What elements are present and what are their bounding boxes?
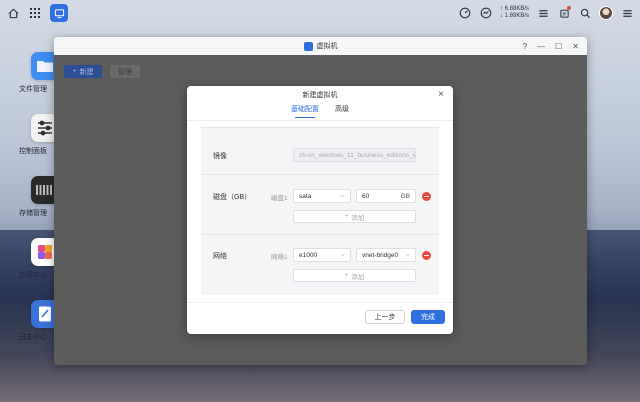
previous-step-label: 上一步 [374, 314, 396, 321]
dialog-close-icon[interactable]: × [438, 89, 444, 100]
home-icon[interactable] [6, 6, 20, 20]
add-disk-label: 添加 [351, 214, 365, 222]
disk-type-value: sata [299, 192, 312, 200]
manage-label: 管理 [118, 68, 132, 76]
footer-divider [187, 302, 453, 303]
notification-icon[interactable] [557, 6, 571, 20]
new-vm-label: 新建 [79, 68, 94, 76]
vm-app-icon [303, 41, 313, 51]
taskbar: ↑ 6.88KB/s ↓ 1.88KB/s [0, 0, 640, 26]
image-field: zh-cn_windows_11_business_editions_v [293, 148, 416, 162]
download-speed: ↓ 1.88KB/s [499, 13, 529, 19]
tab-advanced[interactable]: 高级 [335, 104, 349, 120]
manage-button[interactable]: 管理 [110, 65, 140, 78]
more-menu-icon[interactable] [620, 6, 634, 20]
add-network-button[interactable]: + 添加 [293, 269, 416, 282]
dashboard-icon[interactable] [458, 6, 472, 20]
dialog-header: 新建虚拟机 × [187, 86, 453, 104]
help-icon[interactable]: ? [523, 42, 527, 51]
plus-icon: + [72, 68, 77, 75]
finish-button[interactable]: 完成 [411, 310, 445, 324]
remove-network-button[interactable] [422, 251, 431, 260]
add-network-label: 添加 [351, 273, 365, 281]
vm-app-taskbar-icon[interactable] [50, 4, 68, 22]
minimize-icon[interactable]: — [537, 42, 545, 51]
plus-icon: + [344, 272, 349, 279]
row-divider [201, 234, 439, 235]
chevron-down-icon: ⌵ [405, 251, 410, 258]
window-title: 虚拟机 [316, 43, 338, 50]
apps-grid-icon[interactable] [28, 6, 42, 20]
task-list-icon[interactable] [536, 6, 550, 20]
add-disk-button[interactable]: + 添加 [293, 210, 416, 223]
close-icon[interactable]: ✕ [572, 42, 579, 51]
tab-divider [187, 120, 453, 121]
previous-step-button[interactable]: 上一步 [365, 310, 405, 324]
row-divider [201, 127, 439, 128]
tab-basic-config[interactable]: 基础配置 [291, 104, 319, 120]
notification-dot [567, 6, 571, 10]
image-value: zh-cn_windows_11_business_editions_v [299, 151, 416, 159]
image-label: 镜像 [213, 153, 227, 160]
remove-disk-button[interactable] [422, 192, 431, 201]
network-adapter-value: e1000 [299, 251, 318, 259]
disk-size-unit: GB [400, 192, 410, 200]
config-panel: 镜像 zh-cn_windows_11_business_editions_v … [201, 127, 439, 295]
maximize-icon[interactable]: ☐ [555, 42, 562, 51]
chevron-down-icon: ⌵ [340, 192, 345, 199]
dialog-title: 新建虚拟机 [302, 92, 338, 99]
dialog-tabs: 基础配置 高级 [187, 104, 453, 120]
plus-icon: + [344, 213, 349, 220]
network-label: 网络 [213, 253, 227, 260]
disk-size-input[interactable]: 60 GB [356, 189, 416, 203]
window-titlebar[interactable]: 虚拟机 ? — ☐ ✕ [54, 37, 587, 55]
network-bridge-value: vnet-bridge0 [362, 251, 399, 259]
new-vm-dialog: 新建虚拟机 × 基础配置 高级 镜像 zh-cn_windows_11_busi… [187, 86, 453, 334]
disk-type-select[interactable]: sata ⌵ [293, 189, 351, 203]
disk-label: 磁盘（GB） [213, 194, 252, 201]
disk-size-value: 60 [362, 192, 370, 200]
disk-sub-label: 磁盘1 [271, 195, 288, 202]
window-toolbar: + 新建 管理 [64, 65, 140, 78]
finish-label: 完成 [421, 314, 435, 321]
row-divider [201, 174, 439, 175]
search-icon[interactable] [578, 6, 592, 20]
new-vm-button[interactable]: + 新建 [64, 65, 102, 78]
network-sub-label: 网络1 [271, 254, 288, 261]
network-monitor-icon[interactable] [479, 6, 493, 20]
upload-speed: ↑ 6.88KB/s [499, 6, 529, 12]
avatar[interactable] [599, 6, 613, 20]
network-adapter-select[interactable]: e1000 ⌵ [293, 248, 351, 262]
network-speed: ↑ 6.88KB/s ↓ 1.88KB/s [500, 6, 529, 20]
chevron-down-icon: ⌵ [340, 251, 345, 258]
network-bridge-select[interactable]: vnet-bridge0 ⌵ [356, 248, 416, 262]
